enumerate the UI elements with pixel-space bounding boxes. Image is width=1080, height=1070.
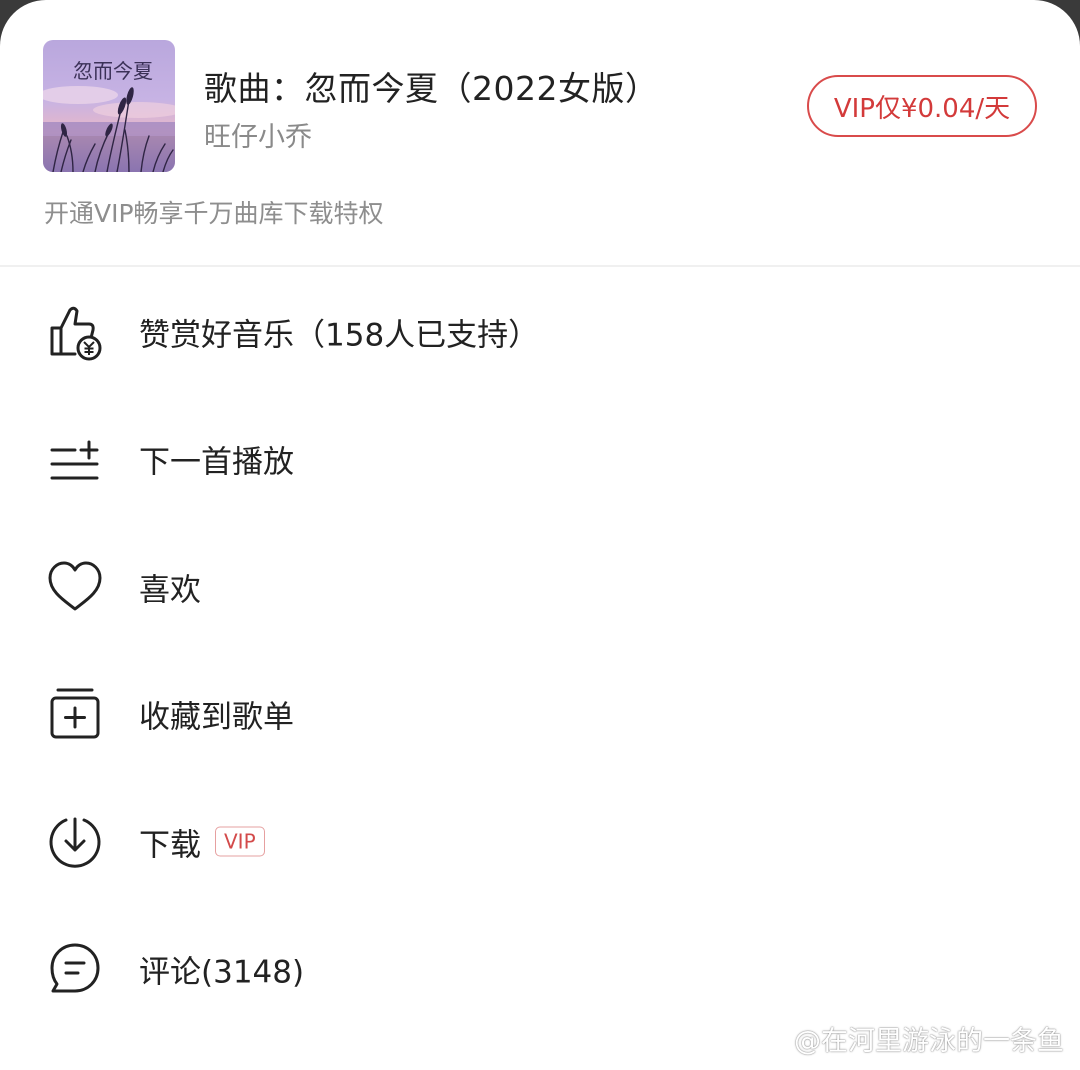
action-menu: 赞赏好音乐（158人已支持） 下一首播放 喜欢 收藏到歌单 下载 VIP 评论(…: [0, 268, 1080, 1033]
cover-title: 忽而今夏: [73, 59, 153, 83]
artist-name[interactable]: 旺仔小乔: [204, 115, 312, 154]
divider: [0, 265, 1080, 267]
album-cover: 忽而今夏: [43, 40, 175, 172]
vip-purchase-button[interactable]: VIP仅¥0.04/天: [807, 75, 1037, 137]
song-title: 歌曲：忽而今夏（2022女版）: [204, 69, 659, 108]
menu-item-play-next[interactable]: 下一首播放: [0, 396, 1080, 524]
song-header: 忽而今夏 歌曲：忽而今夏（2022女版） 旺仔小乔 VIP仅¥0.04/天 开通…: [0, 0, 1080, 265]
menu-item-label: 评论(3148): [139, 954, 305, 991]
menu-item-label: 喜欢: [139, 572, 201, 609]
action-sheet: 忽而今夏 歌曲：忽而今夏（2022女版） 旺仔小乔 VIP仅¥0.04/天 开通…: [0, 0, 1080, 1070]
menu-item-like[interactable]: 喜欢: [0, 523, 1080, 651]
menu-item-add-to-playlist[interactable]: 收藏到歌单: [0, 651, 1080, 779]
vip-badge: VIP: [215, 826, 265, 857]
reward-thumbs-up-icon: [50, 306, 102, 361]
menu-item-label: 收藏到歌单: [139, 699, 294, 736]
comment-icon: [50, 943, 100, 993]
menu-item-label: 下一首播放: [139, 444, 294, 481]
watermark: @在河里游泳的一条鱼: [754, 1019, 1064, 1058]
download-label: 下载: [139, 827, 201, 864]
play-next-icon: [50, 440, 99, 480]
menu-item-reward[interactable]: 赞赏好音乐（158人已支持）: [0, 268, 1080, 396]
heart-icon: [48, 561, 102, 611]
add-to-playlist-icon: [50, 688, 100, 739]
menu-item-label: 下载 VIP: [139, 819, 265, 864]
watermark-text: @在河里游泳的一条鱼: [794, 1026, 1064, 1057]
menu-item-comment[interactable]: 评论(3148): [0, 906, 1080, 1034]
vip-promo-text: 开通VIP畅享千万曲库下载特权: [44, 199, 384, 228]
weibo-logo-icon: [755, 1027, 785, 1051]
menu-item-label: 赞赏好音乐（158人已支持）: [139, 317, 540, 354]
menu-item-download[interactable]: 下载 VIP: [0, 778, 1080, 906]
download-icon: [49, 817, 101, 868]
